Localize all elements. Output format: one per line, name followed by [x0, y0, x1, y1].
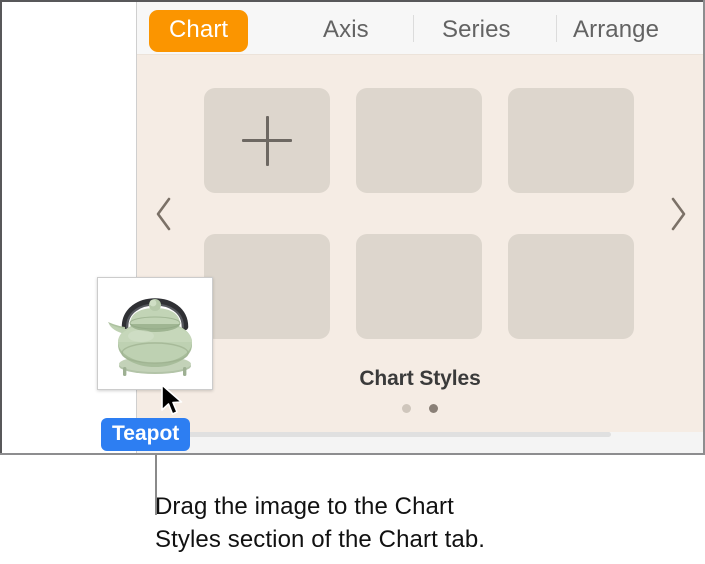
page-dots [137, 404, 703, 413]
app-window: Chart Axis Series Arrange Chart Styles T… [0, 0, 705, 564]
format-inspector-panel: Chart Axis Series Arrange Chart Styles [137, 2, 703, 453]
tab-series[interactable]: Series [442, 18, 511, 42]
section-top-hairline [137, 54, 703, 55]
drag-image-thumbnail[interactable] [97, 277, 213, 390]
page-dot-1[interactable] [402, 404, 411, 413]
teapot-illustration [103, 283, 207, 384]
plus-icon [204, 88, 330, 193]
tab-divider-1 [413, 15, 414, 42]
add-chart-style-tile[interactable] [204, 88, 330, 193]
tab-chart[interactable]: Chart [149, 10, 249, 52]
horizontal-scrollbar[interactable] [137, 432, 611, 437]
teapot-image [103, 283, 207, 384]
chart-styles-section[interactable]: Chart Styles [137, 54, 703, 432]
inspector-bottom-strip [137, 432, 703, 453]
chart-style-tile[interactable] [356, 234, 482, 339]
chevron-left-icon[interactable] [151, 194, 177, 234]
tab-axis[interactable]: Axis [323, 18, 369, 42]
inspector-tab-bar: Chart Axis Series Arrange [137, 2, 703, 54]
callout-caption: Drag the image to the Chart Styles secti… [155, 490, 625, 556]
chart-style-tile[interactable] [204, 234, 330, 339]
tab-divider-2 [556, 15, 557, 42]
caption-line-2: Styles section of the Chart tab. [155, 526, 486, 554]
window-border-bottom [0, 453, 705, 455]
page-dot-2[interactable] [429, 404, 438, 413]
chart-style-tile[interactable] [508, 88, 634, 193]
tab-arrange[interactable]: Arrange [573, 18, 659, 42]
chart-style-tile[interactable] [356, 88, 482, 193]
caption-line-1: Drag the image to the Chart [155, 493, 454, 520]
chart-style-tile[interactable] [508, 234, 634, 339]
chevron-right-icon[interactable] [665, 194, 691, 234]
drag-label-badge: Teapot [101, 418, 191, 451]
chart-styles-title: Chart Styles [359, 367, 481, 390]
